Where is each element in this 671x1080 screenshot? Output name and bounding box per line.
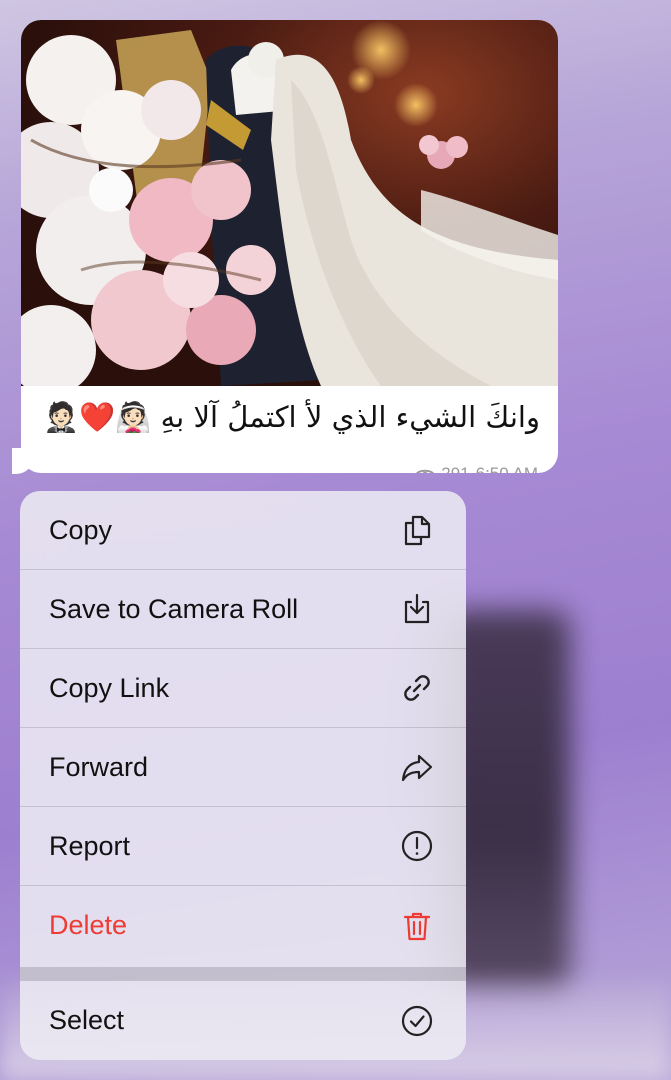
menu-item-label: Delete [49,910,128,940]
forward-arrow-icon [401,754,433,782]
message-caption: وانكَ الشيء الذي لأ اكتملُ آلا بهِ 👰🏻❤️🤵… [43,400,540,434]
menu-item-save-to-camera-roll[interactable]: Save to Camera Roll [20,570,466,649]
menu-item-label: Forward [49,751,149,782]
menu-item-forward[interactable]: Forward [20,728,466,807]
message-time: 6:50 AM [476,464,538,473]
wedding-photo-image [21,20,558,386]
message-meta: 291 6:50 AM [415,464,538,473]
menu-item-report[interactable]: Report [20,807,466,886]
eye-icon [415,469,435,473]
message-bubble[interactable]: وانكَ الشيء الذي لأ اكتملُ آلا بهِ 👰🏻❤️🤵… [21,20,558,473]
menu-item-label: Copy Link [49,672,170,703]
copy-icon [404,515,431,546]
save-download-icon [404,593,430,624]
checkmark-circle-icon [401,1005,433,1036]
link-icon [404,675,430,701]
menu-item-label: Report [49,830,131,861]
menu-item-copy[interactable]: Copy [20,491,466,570]
menu-item-label: Select [49,1005,125,1035]
exclamation-circle-icon [401,830,433,862]
message-photo[interactable] [21,20,558,386]
menu-item-select[interactable]: Select [20,981,466,1060]
menu-item-delete[interactable]: Delete [20,886,466,965]
trash-icon [403,912,431,940]
view-count: 291 [441,464,469,473]
menu-item-label: Save to Camera Roll [49,593,299,624]
menu-item-copy-link[interactable]: Copy Link [20,649,466,728]
menu-separator [20,967,466,981]
menu-item-label: Copy [49,514,113,545]
context-menu: Copy Save to Camera Roll Copy Link Forwa… [20,491,466,1060]
